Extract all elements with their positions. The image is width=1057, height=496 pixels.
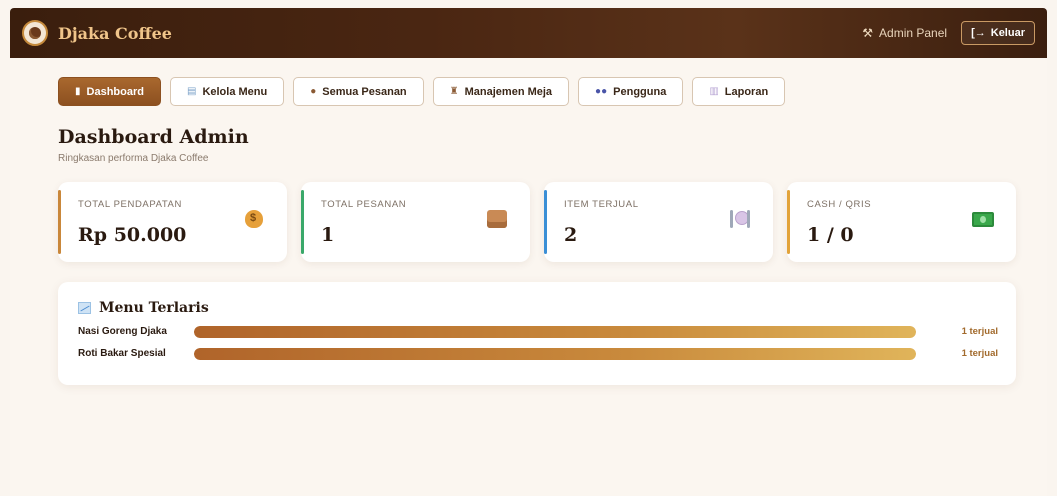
tab-label: Semua Pesanan <box>322 85 407 98</box>
users-icon: ●● <box>595 86 608 97</box>
chair-icon: ♜ <box>449 86 459 97</box>
best-seller-name: Nasi Goreng Djaka <box>78 326 167 337</box>
tab-semua-pesanan[interactable]: ● Semua Pesanan <box>293 77 424 106</box>
stat-value: Rp 50.000 <box>78 224 187 246</box>
page-subtitle: Ringkasan performa Djaka Coffee <box>58 153 209 164</box>
top-navbar: Djaka Coffee ⚒ Admin Panel [→ Keluar <box>10 8 1047 58</box>
stat-value: 2 <box>564 224 578 246</box>
stat-value: 1 <box>321 224 335 246</box>
best-sellers-header: Menu Terlaris <box>78 300 998 316</box>
logout-icon: [→ <box>971 27 986 39</box>
stat-card-total-pendapatan: TOTAL PENDAPATAN Rp 50.000 <box>58 182 287 262</box>
stats-row: TOTAL PENDAPATAN Rp 50.000 TOTAL PESANAN… <box>58 182 1047 262</box>
best-seller-row: Roti Bakar Spesial 1 terjual <box>78 347 998 360</box>
tab-pengguna[interactable]: ●● Pengguna <box>578 77 684 106</box>
stat-label: ITEM TERJUAL <box>564 199 639 210</box>
best-seller-name: Roti Bakar Spesial <box>78 348 166 359</box>
plate-cutlery-icon <box>729 208 751 230</box>
tab-label: Dashboard <box>86 85 144 98</box>
tab-laporan[interactable]: ▥ Laporan <box>692 77 786 106</box>
stat-label: TOTAL PENDAPATAN <box>78 199 182 210</box>
report-icon: ▥ <box>709 86 719 97</box>
menu-list-icon: ▤ <box>186 86 197 97</box>
bar-chart-icon: ▮ <box>75 86 81 97</box>
nav-tabs: ▮ Dashboard ▤ Kelola Menu ● Semua Pesana… <box>58 77 1047 106</box>
stat-card-cash-qris: CASH / QRIS 1 / 0 <box>787 182 1016 262</box>
tab-label: Kelola Menu <box>202 85 268 98</box>
admin-panel-link[interactable]: ⚒ Admin Panel <box>862 26 947 40</box>
admin-panel-label: Admin Panel <box>879 26 948 40</box>
tab-label: Pengguna <box>613 85 667 98</box>
best-seller-bar-track <box>194 325 916 338</box>
tab-manajemen-meja[interactable]: ♜ Manajemen Meja <box>432 77 570 106</box>
page-title: Dashboard Admin <box>58 126 249 148</box>
app-frame: Djaka Coffee ⚒ Admin Panel [→ Keluar ▮ D… <box>10 8 1047 496</box>
best-seller-bar-track <box>194 347 916 360</box>
tab-kelola-menu[interactable]: ▤ Kelola Menu <box>169 77 285 106</box>
package-icon <box>486 208 508 230</box>
logout-label: Keluar <box>990 27 1025 39</box>
trend-chart-icon <box>78 302 91 314</box>
stat-card-item-terjual: ITEM TERJUAL 2 <box>544 182 773 262</box>
brand-name: Djaka Coffee <box>58 23 172 43</box>
best-seller-bar <box>194 347 916 360</box>
page-heading: Dashboard Admin Ringkasan performa Djaka… <box>58 126 1047 164</box>
tab-dashboard[interactable]: ▮ Dashboard <box>58 77 161 106</box>
money-bag-icon <box>243 208 265 230</box>
tab-label: Laporan <box>724 85 769 98</box>
stat-value: 1 / 0 <box>807 224 854 246</box>
best-sellers-title: Menu Terlaris <box>99 300 209 316</box>
best-seller-count: 1 terjual <box>961 326 998 337</box>
best-seller-bar <box>194 325 916 338</box>
coffee-bean-icon: ● <box>310 86 317 97</box>
logout-button[interactable]: [→ Keluar <box>961 21 1035 45</box>
coffee-logo-icon <box>22 20 48 46</box>
cash-icon <box>972 208 994 230</box>
best-seller-count: 1 terjual <box>961 348 998 359</box>
tab-label: Manajemen Meja <box>464 85 553 98</box>
best-sellers-card: Menu Terlaris Nasi Goreng Djaka 1 terjua… <box>58 282 1016 385</box>
stat-card-total-pesanan: TOTAL PESANAN 1 <box>301 182 530 262</box>
tools-icon: ⚒ <box>862 26 874 40</box>
stat-label: CASH / QRIS <box>807 199 872 210</box>
stat-label: TOTAL PESANAN <box>321 199 407 210</box>
best-seller-row: Nasi Goreng Djaka 1 terjual <box>78 325 998 338</box>
